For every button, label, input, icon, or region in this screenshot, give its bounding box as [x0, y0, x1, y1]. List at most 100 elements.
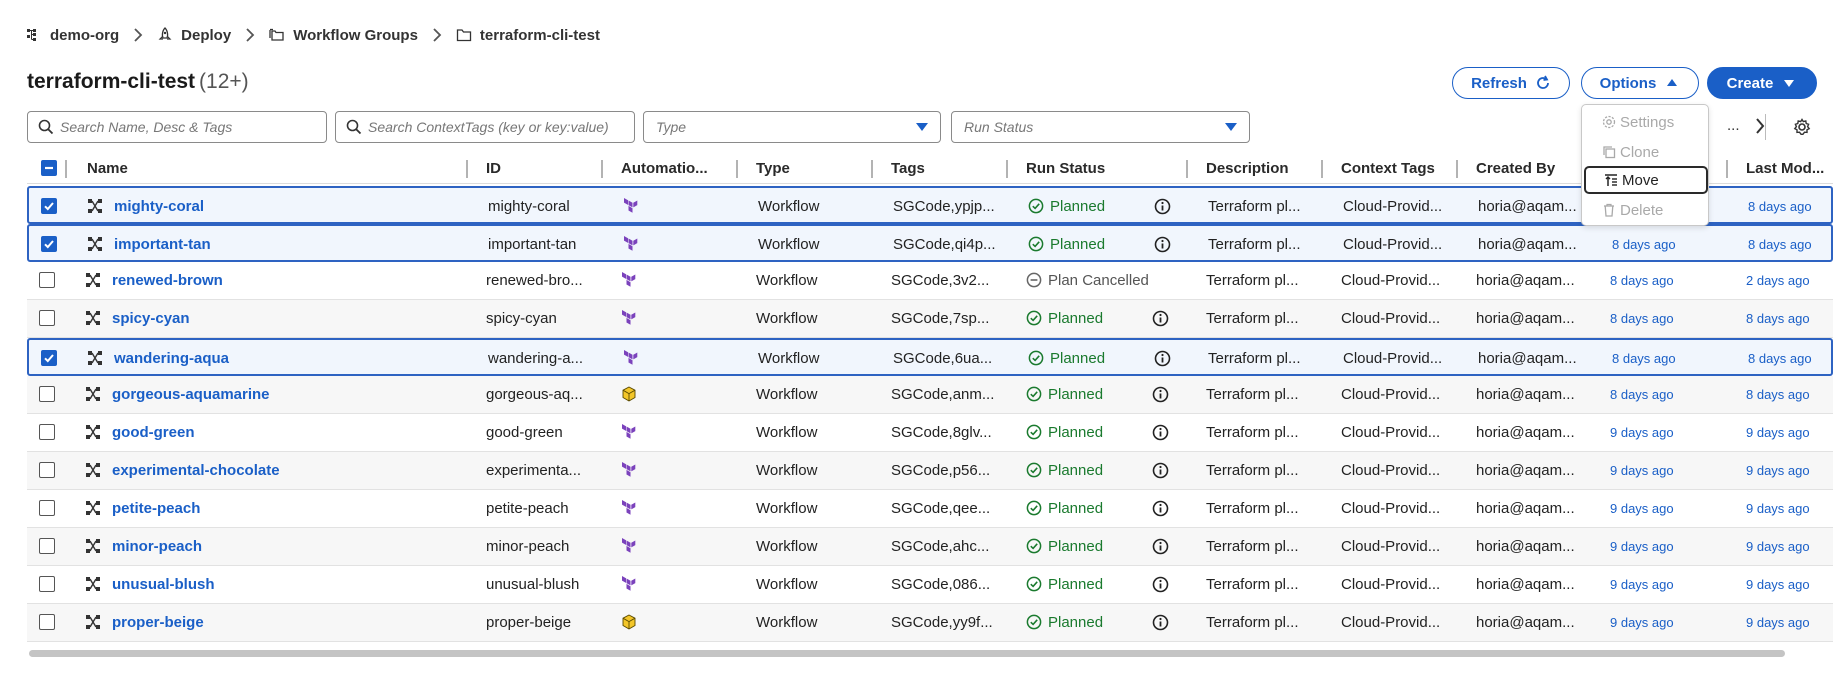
run-status-info[interactable]: [1152, 566, 1169, 602]
run-status-info[interactable]: [1154, 340, 1171, 376]
row-checkbox[interactable]: [39, 310, 55, 326]
workflow-name-link[interactable]: unusual-blush: [112, 566, 452, 602]
row-checkbox[interactable]: [39, 272, 55, 288]
table-row[interactable]: proper-beige proper-beige Workflow SGCode,y…: [27, 604, 1833, 642]
row-checkbox[interactable]: [41, 236, 57, 252]
table-row[interactable]: renewed-brown renewed-bro... Workflow SGCod…: [27, 262, 1833, 300]
workflow-name-link[interactable]: spicy-cyan: [112, 300, 452, 336]
breadcrumb-workflow-groups[interactable]: Workflow Groups: [269, 27, 418, 44]
workflow-name-link[interactable]: mighty-coral: [114, 188, 454, 224]
row-checkbox[interactable]: [39, 576, 55, 592]
info-icon[interactable]: [1152, 500, 1169, 517]
column-divider[interactable]: [1726, 160, 1728, 178]
column-header-tags[interactable]: Tags: [891, 152, 1001, 184]
run-status-info[interactable]: [1152, 452, 1169, 488]
run-status-select[interactable]: Run Status: [951, 111, 1250, 143]
table-row[interactable]: gorgeous-aquamarine gorgeous-aq... Workflo…: [27, 376, 1833, 414]
run-status-info[interactable]: [1152, 300, 1169, 336]
column-header-type[interactable]: Type: [756, 152, 866, 184]
row-checkbox[interactable]: [41, 350, 57, 366]
info-icon[interactable]: [1152, 576, 1169, 593]
table-row[interactable]: good-green good-green Workflow SGCode,8glv.…: [27, 414, 1833, 452]
info-icon[interactable]: [1154, 236, 1171, 253]
workflow-created-time: 8 days ago: [1612, 236, 1676, 252]
row-checkbox[interactable]: [39, 462, 55, 478]
table-row[interactable]: wandering-aqua wandering-a... Workflow SGCo…: [27, 338, 1833, 376]
column-header-automation[interactable]: Automatio...: [621, 152, 731, 184]
search-context-tags-input[interactable]: Search ContextTags (key or key:value): [335, 111, 635, 143]
workflow-name-link[interactable]: renewed-brown: [112, 262, 452, 298]
info-icon[interactable]: [1154, 350, 1171, 367]
breadcrumb-org[interactable]: demo-org: [26, 27, 119, 44]
row-checkbox[interactable]: [39, 424, 55, 440]
info-icon[interactable]: [1152, 386, 1169, 403]
scrollbar-thumb[interactable]: [29, 650, 1785, 657]
workflow-name-link[interactable]: experimental-chocolate: [112, 452, 452, 488]
breadcrumb-deploy[interactable]: Deploy: [157, 27, 231, 44]
options-button[interactable]: Options: [1581, 67, 1699, 99]
menu-item-delete[interactable]: Delete: [1584, 196, 1708, 224]
column-header-last-modified[interactable]: Last Mod...: [1746, 152, 1833, 184]
run-status[interactable]: Plan Cancelled: [1026, 262, 1176, 298]
column-divider[interactable]: [1456, 160, 1458, 178]
horizontal-scrollbar[interactable]: [27, 650, 1833, 658]
table-row[interactable]: unusual-blush unusual-blush Workflow SGCode…: [27, 566, 1833, 604]
table-row[interactable]: petite-peach petite-peach Workflow SGCode,q…: [27, 490, 1833, 528]
info-icon[interactable]: [1152, 614, 1169, 631]
refresh-button[interactable]: Refresh: [1452, 67, 1570, 99]
run-status-info[interactable]: [1152, 528, 1169, 564]
info-icon[interactable]: [1152, 462, 1169, 479]
table-row[interactable]: experimental-chocolate experimenta... Work…: [27, 452, 1833, 490]
table-settings-button[interactable]: [1793, 118, 1811, 141]
column-header-id[interactable]: ID: [486, 152, 596, 184]
create-button[interactable]: Create: [1707, 67, 1817, 99]
row-checkbox[interactable]: [39, 614, 55, 630]
menu-item-clone[interactable]: Clone: [1584, 138, 1708, 166]
info-icon[interactable]: [1152, 424, 1169, 441]
table-row[interactable]: mighty-coral mighty-coral Workflow SGCode,y…: [27, 186, 1833, 224]
info-icon[interactable]: [1152, 310, 1169, 327]
row-checkbox[interactable]: [39, 538, 55, 554]
column-divider[interactable]: [1006, 160, 1008, 178]
info-icon[interactable]: [1154, 198, 1171, 215]
column-divider[interactable]: [601, 160, 603, 178]
table-row[interactable]: important-tan important-tan Workflow SGCode…: [27, 224, 1833, 262]
run-status-info[interactable]: [1152, 376, 1169, 412]
column-header-created-by[interactable]: Created By: [1476, 152, 1586, 184]
column-divider[interactable]: [736, 160, 738, 178]
menu-item-move[interactable]: Move: [1584, 166, 1708, 194]
run-status-info[interactable]: [1152, 490, 1169, 526]
workflow-name-link[interactable]: important-tan: [114, 226, 454, 262]
search-name-input[interactable]: Search Name, Desc & Tags: [27, 111, 327, 143]
column-header-context-tags[interactable]: Context Tags: [1341, 152, 1451, 184]
column-divider[interactable]: [1321, 160, 1323, 178]
table-row[interactable]: minor-peach minor-peach Workflow SGCode,ahc…: [27, 528, 1833, 566]
pager-ellipsis[interactable]: ...: [1727, 117, 1740, 134]
workflow-name-link[interactable]: petite-peach: [112, 490, 452, 526]
column-divider[interactable]: [466, 160, 468, 178]
column-divider[interactable]: [1186, 160, 1188, 178]
type-select[interactable]: Type: [643, 111, 941, 143]
info-icon[interactable]: [1152, 538, 1169, 555]
row-checkbox[interactable]: [41, 198, 57, 214]
run-status-info[interactable]: [1154, 226, 1171, 262]
column-divider[interactable]: [65, 160, 67, 178]
row-checkbox[interactable]: [39, 386, 55, 402]
workflow-name-link[interactable]: wandering-aqua: [114, 340, 454, 376]
run-status-info[interactable]: [1152, 604, 1169, 640]
column-divider[interactable]: [871, 160, 873, 178]
select-all-checkbox[interactable]: [41, 152, 61, 184]
checkbox-indeterminate[interactable]: [41, 160, 57, 176]
column-header-name[interactable]: Name: [87, 152, 427, 184]
column-header-description[interactable]: Description: [1206, 152, 1316, 184]
run-status-info[interactable]: [1154, 188, 1171, 224]
row-checkbox[interactable]: [39, 500, 55, 516]
workflow-name-link[interactable]: gorgeous-aquamarine: [112, 376, 452, 412]
workflow-name-link[interactable]: proper-beige: [112, 604, 452, 640]
menu-item-settings[interactable]: Settings: [1584, 108, 1708, 136]
column-header-run-status[interactable]: Run Status: [1026, 152, 1176, 184]
workflow-name-link[interactable]: good-green: [112, 414, 452, 450]
table-row[interactable]: spicy-cyan spicy-cyan Workflow SGCode,7sp..…: [27, 300, 1833, 338]
workflow-name-link[interactable]: minor-peach: [112, 528, 452, 564]
run-status-info[interactable]: [1152, 414, 1169, 450]
